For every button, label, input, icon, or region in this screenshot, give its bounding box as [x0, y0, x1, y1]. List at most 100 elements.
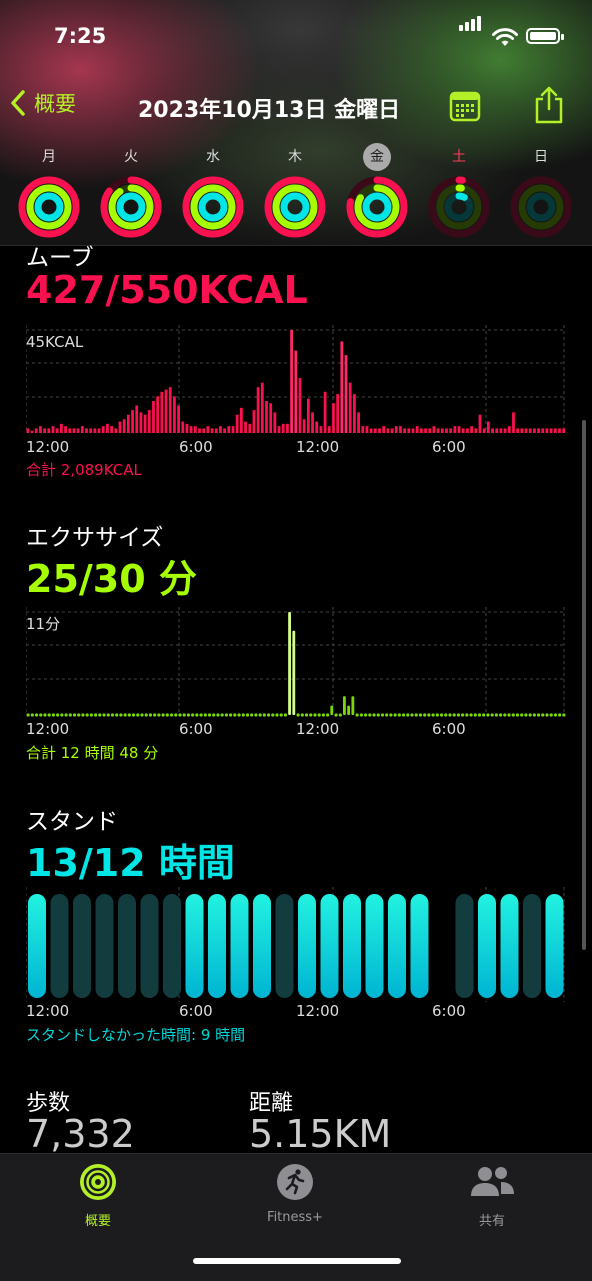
- move-bar: [177, 405, 180, 433]
- tab-sharing[interactable]: 共有: [432, 1162, 552, 1229]
- day-activity-rings-5[interactable]: [427, 175, 491, 239]
- tab-fitness-plus[interactable]: Fitness+: [235, 1162, 355, 1225]
- exercise-bar: [401, 713, 406, 717]
- exercise-bar: [26, 713, 30, 717]
- exercise-bar: [89, 713, 93, 717]
- day-label-1[interactable]: 火: [116, 143, 146, 171]
- share-icon[interactable]: [533, 85, 565, 125]
- move-bar: [520, 428, 524, 433]
- move-bar: [135, 405, 139, 433]
- exercise-bar: [241, 713, 245, 717]
- move-bar: [457, 426, 461, 433]
- move-bar: [528, 428, 532, 433]
- move-bar: [55, 428, 59, 433]
- move-bar: [181, 421, 185, 433]
- move-bar: [156, 396, 160, 433]
- exercise-bar: [275, 713, 279, 717]
- day-label-0[interactable]: 月: [34, 143, 64, 171]
- back-button[interactable]: 概要: [10, 88, 76, 118]
- move-bar: [202, 428, 206, 433]
- exercise-bar: [296, 713, 300, 717]
- day-activity-rings-2[interactable]: [181, 175, 245, 239]
- move-bar: [122, 419, 126, 433]
- exercise-bar: [439, 713, 444, 717]
- exercise-bar: [254, 713, 258, 717]
- x-tick-label: 12:00: [296, 1002, 340, 1020]
- move-bar: [399, 426, 402, 433]
- wifi-icon: [492, 28, 518, 46]
- exercise-bar: [72, 713, 77, 717]
- move-bar: [419, 428, 423, 433]
- distance-value: 5.15KM: [249, 1112, 392, 1156]
- move-bar: [189, 426, 193, 433]
- day-activity-rings-0[interactable]: [17, 175, 81, 239]
- exercise-bar: [77, 713, 81, 717]
- move-bar: [126, 414, 130, 433]
- exercise-bar: [216, 713, 220, 717]
- exercise-total: 合計 12 時間 48 分: [26, 744, 159, 762]
- move-bar: [193, 426, 197, 433]
- calendar-icon[interactable]: [449, 90, 481, 122]
- move-bar: [231, 426, 235, 433]
- move-bar: [394, 426, 398, 433]
- stand-hour-bar: [298, 894, 316, 998]
- exercise-bar: [106, 713, 110, 717]
- move-bar: [407, 428, 411, 433]
- day-label-4[interactable]: 金: [363, 143, 391, 171]
- exercise-bar: [549, 713, 553, 717]
- back-label: 概要: [34, 92, 76, 116]
- move-bar: [361, 426, 365, 433]
- move-bar: [541, 428, 545, 433]
- move-bar: [286, 423, 289, 433]
- day-label-6[interactable]: 日: [526, 143, 556, 171]
- scrollbar[interactable]: [582, 420, 586, 950]
- day-activity-rings-3[interactable]: [263, 175, 327, 239]
- move-bar: [265, 400, 268, 433]
- exercise-bar: [64, 713, 68, 717]
- exercise-bar: [262, 713, 266, 717]
- stand-hour-bar: [28, 894, 46, 998]
- exercise-bar: [140, 713, 144, 717]
- exercise-bar: [507, 713, 511, 717]
- home-indicator[interactable]: [193, 1258, 401, 1264]
- exercise-bar: [414, 713, 418, 717]
- move-bar: [239, 407, 243, 433]
- day-activity-rings-6[interactable]: [509, 175, 573, 239]
- exercise-bar: [229, 713, 233, 717]
- day-label-3[interactable]: 木: [280, 143, 310, 171]
- stand-hour-bar: [73, 894, 91, 998]
- exercise-bar: [119, 713, 123, 717]
- move-bar: [432, 426, 436, 433]
- exercise-bar: [224, 713, 228, 717]
- exercise-bar: [532, 713, 536, 717]
- x-tick-label: 6:00: [432, 720, 466, 738]
- exercise-bar: [515, 713, 520, 717]
- move-bar: [131, 410, 134, 433]
- move-bar: [478, 414, 482, 433]
- exercise-bar: [536, 713, 541, 717]
- move-bar: [378, 428, 381, 433]
- tab-summary[interactable]: 概要: [38, 1162, 158, 1229]
- exercise-bar: [304, 713, 309, 717]
- day-label-5[interactable]: 土: [444, 143, 474, 171]
- move-bar: [43, 428, 47, 433]
- week-rings: [0, 175, 592, 241]
- navigation-bar: 概要 2023年10月13日 金曜日: [0, 80, 592, 130]
- exercise-bar: [110, 713, 115, 717]
- move-bar: [449, 428, 453, 433]
- move-bar: [281, 423, 285, 433]
- move-bar: [390, 428, 394, 433]
- x-tick-label: 12:00: [26, 438, 70, 456]
- exercise-bar: [98, 713, 102, 717]
- steps-value: 7,332: [26, 1112, 135, 1156]
- move-bar: [470, 426, 474, 433]
- chevron-left-icon: [11, 90, 25, 116]
- day-activity-rings-1[interactable]: [99, 175, 163, 239]
- exercise-bar: [131, 713, 136, 717]
- exercise-max-label: 11分: [26, 615, 60, 633]
- exercise-bar: [553, 713, 558, 717]
- day-label-2[interactable]: 水: [198, 143, 228, 171]
- x-tick-label: 6:00: [432, 438, 466, 456]
- day-activity-rings-4[interactable]: [345, 175, 409, 239]
- move-bar: [30, 430, 34, 433]
